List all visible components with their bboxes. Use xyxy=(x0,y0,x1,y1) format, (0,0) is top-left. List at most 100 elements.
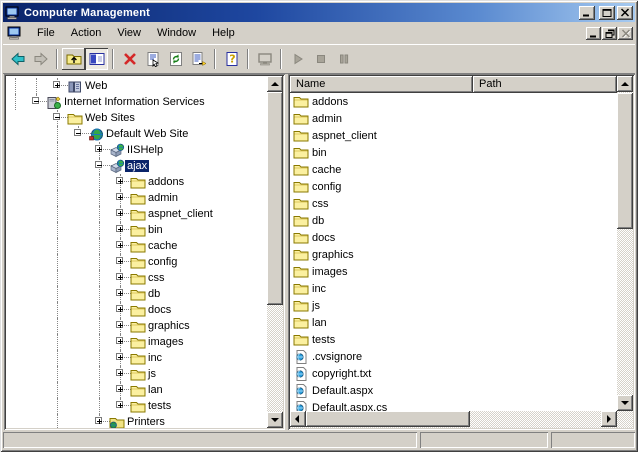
tree-expand-toggle[interactable] xyxy=(116,353,123,360)
mdi-minimize-button[interactable] xyxy=(586,27,601,40)
tree-expand-toggle[interactable] xyxy=(116,337,123,344)
tree-expand-toggle[interactable] xyxy=(116,385,123,392)
list-item-cache[interactable]: cache xyxy=(290,161,617,178)
tree-item-web-sites[interactable]: Web Sites xyxy=(6,110,267,126)
toolbar-button-forward[interactable] xyxy=(29,48,52,70)
scroll-thumb[interactable] xyxy=(306,411,470,427)
tree-item-db[interactable]: db xyxy=(6,286,267,302)
scroll-down-button[interactable] xyxy=(267,412,283,428)
toolbar-button-show-hide-tree[interactable] xyxy=(85,48,108,70)
toolbar-button-delete[interactable] xyxy=(118,48,141,70)
toolbar-button-stop-item[interactable] xyxy=(309,48,332,70)
tree-item-printers[interactable]: Printers xyxy=(6,414,267,428)
tree-expand-toggle[interactable] xyxy=(116,177,123,184)
list-item--cvsignore[interactable]: .cvsignore xyxy=(290,348,617,365)
list-item-inc[interactable]: inc xyxy=(290,280,617,297)
tree-item-config[interactable]: config xyxy=(6,254,267,270)
menu-item-view[interactable]: View xyxy=(109,24,149,42)
toolbar-button-help[interactable]: ? xyxy=(220,48,243,70)
tree-expand-toggle[interactable] xyxy=(74,129,81,136)
tree-item-admin[interactable]: admin xyxy=(6,190,267,206)
list-item-graphics[interactable]: graphics xyxy=(290,246,617,263)
scroll-up-button[interactable] xyxy=(267,76,283,92)
column-header-path[interactable]: Path xyxy=(473,76,617,93)
tree-expand-toggle[interactable] xyxy=(53,113,60,120)
toolbar-button-properties[interactable] xyxy=(141,48,164,70)
tree-item-docs[interactable]: docs xyxy=(6,302,267,318)
tree-expand-toggle[interactable] xyxy=(95,145,102,152)
list-item-admin[interactable]: admin xyxy=(290,110,617,127)
tree-expand-toggle[interactable] xyxy=(116,209,123,216)
list-item-lan[interactable]: lan xyxy=(290,314,617,331)
toolbar-button-back[interactable] xyxy=(6,48,29,70)
tree-expand-toggle[interactable] xyxy=(116,193,123,200)
toolbar-button-refresh[interactable] xyxy=(164,48,187,70)
toolbar-button-pause-item[interactable] xyxy=(332,48,355,70)
scroll-down-button[interactable] xyxy=(617,395,633,411)
list-item-default-aspx-cs[interactable]: Default.aspx.cs xyxy=(290,399,617,411)
tree-item-lan[interactable]: lan xyxy=(6,382,267,398)
maximize-button[interactable] xyxy=(599,6,615,20)
mdi-close-button[interactable] xyxy=(618,27,633,40)
column-header-name[interactable]: Name xyxy=(290,76,473,93)
list-horizontal-scrollbar[interactable] xyxy=(290,411,617,428)
tree-expand-toggle[interactable] xyxy=(116,321,123,328)
tree-item-internet-information-services[interactable]: Internet Information Services xyxy=(6,94,267,110)
list-item-css[interactable]: css xyxy=(290,195,617,212)
tree-item-js[interactable]: js xyxy=(6,366,267,382)
tree-item-iishelp[interactable]: IISHelp xyxy=(6,142,267,158)
menu-item-window[interactable]: Window xyxy=(149,24,204,42)
list-item-docs[interactable]: docs xyxy=(290,229,617,246)
list-item-copyright-txt[interactable]: copyright.txt xyxy=(290,365,617,382)
list-item-images[interactable]: images xyxy=(290,263,617,280)
tree-item-web[interactable]: Web xyxy=(6,78,267,94)
tree-item-bin[interactable]: bin xyxy=(6,222,267,238)
tree-expand-toggle[interactable] xyxy=(53,81,60,88)
menu-item-help[interactable]: Help xyxy=(204,24,243,42)
list-item-default-aspx[interactable]: Default.aspx xyxy=(290,382,617,399)
tree-expand-toggle[interactable] xyxy=(116,273,123,280)
tree-item-addons[interactable]: addons xyxy=(6,174,267,190)
scroll-right-button[interactable] xyxy=(601,411,617,427)
minimize-button[interactable] xyxy=(579,6,595,20)
list-item-bin[interactable]: bin xyxy=(290,144,617,161)
list-item-config[interactable]: config xyxy=(290,178,617,195)
list-item-db[interactable]: db xyxy=(290,212,617,229)
menu-item-file[interactable]: File xyxy=(29,24,63,42)
tree-expand-toggle[interactable] xyxy=(95,161,102,168)
tree-expand-toggle[interactable] xyxy=(116,289,123,296)
tree-item-css[interactable]: css xyxy=(6,270,267,286)
list-item-aspnet-client[interactable]: aspnet_client xyxy=(290,127,617,144)
tree-item-aspnet-client[interactable]: aspnet_client xyxy=(6,206,267,222)
tree-expand-toggle[interactable] xyxy=(32,97,39,104)
tree-item-default-web-site[interactable]: Default Web Site xyxy=(6,126,267,142)
close-button[interactable] xyxy=(617,6,633,20)
list-item-addons[interactable]: addons xyxy=(290,93,617,110)
tree-vertical-scrollbar[interactable] xyxy=(267,76,283,428)
toolbar-button-remote-computer[interactable] xyxy=(253,48,276,70)
toolbar-button-export-list[interactable] xyxy=(187,48,210,70)
tree-item-graphics[interactable]: graphics xyxy=(6,318,267,334)
list-vertical-scrollbar[interactable] xyxy=(617,76,633,411)
tree-expand-toggle[interactable] xyxy=(116,225,123,232)
scroll-left-button[interactable] xyxy=(290,411,306,427)
tree-item-tests[interactable]: tests xyxy=(6,398,267,414)
tree-item-inc[interactable]: inc xyxy=(6,350,267,366)
tree-item-cache[interactable]: cache xyxy=(6,238,267,254)
menu-item-action[interactable]: Action xyxy=(63,24,110,42)
list-item-js[interactable]: js xyxy=(290,297,617,314)
tree-item-ajax[interactable]: ajax xyxy=(6,158,267,174)
scroll-up-button[interactable] xyxy=(617,76,633,92)
scroll-thumb[interactable] xyxy=(267,92,283,305)
tree-expand-toggle[interactable] xyxy=(116,369,123,376)
mdi-restore-button[interactable] xyxy=(602,27,617,40)
tree-expand-toggle[interactable] xyxy=(116,401,123,408)
tree-expand-toggle[interactable] xyxy=(95,417,102,424)
toolbar-button-start-item[interactable] xyxy=(286,48,309,70)
tree-expand-toggle[interactable] xyxy=(116,305,123,312)
scroll-thumb[interactable] xyxy=(617,93,633,229)
tree-expand-toggle[interactable] xyxy=(116,257,123,264)
toolbar-button-up-one-level[interactable] xyxy=(62,48,85,70)
list-item-tests[interactable]: tests xyxy=(290,331,617,348)
tree-item-images[interactable]: images xyxy=(6,334,267,350)
